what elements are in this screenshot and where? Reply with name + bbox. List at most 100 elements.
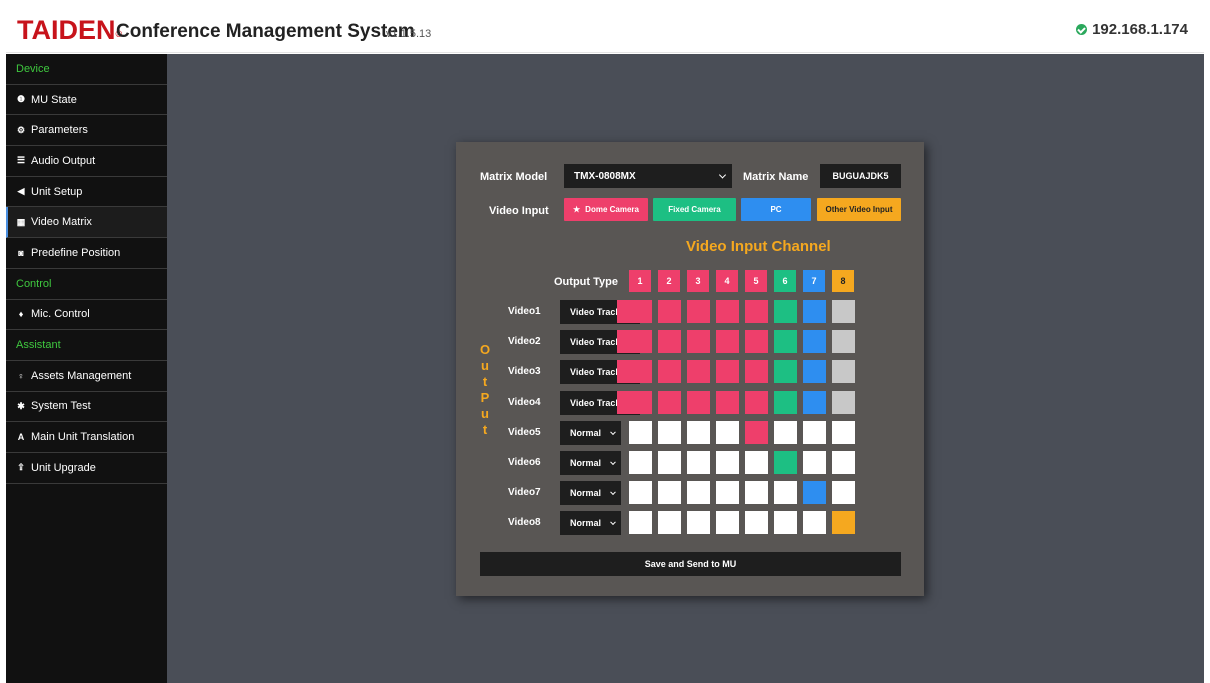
matrix-cell[interactable] <box>803 511 826 535</box>
output-type-select[interactable]: Normal <box>560 451 621 475</box>
matrix-cell[interactable] <box>832 451 855 474</box>
matrix-cell[interactable] <box>716 300 739 323</box>
sidebar-item[interactable]: ⚙ Parameters <box>6 115 167 147</box>
sidebar-item[interactable]: ✱ System Test <box>6 392 167 423</box>
output-type-select[interactable]: Normal <box>560 481 621 506</box>
matrix-cell[interactable] <box>803 420 826 444</box>
matrix-cell[interactable] <box>617 390 652 414</box>
video-input-type-button[interactable]: Other Video Input <box>817 198 901 221</box>
sidebar-item-label: Unit Setup <box>31 185 83 198</box>
sidebar-item[interactable]: ◙ Predefine Position <box>6 238 167 269</box>
output-row-label: Video5 <box>508 426 541 438</box>
matrix-cell[interactable] <box>658 511 681 535</box>
matrix-cell[interactable] <box>658 330 681 354</box>
matrix-cell[interactable] <box>716 360 739 384</box>
matrix-cell[interactable] <box>629 420 652 444</box>
matrix-cell[interactable] <box>832 300 855 323</box>
sidebar-item[interactable]: ♀ Assets Management <box>6 361 167 392</box>
matrix-cell[interactable] <box>658 420 681 444</box>
sidebar-item[interactable]: ⇪ Unit Upgrade <box>6 453 167 484</box>
matrix-cell[interactable] <box>832 511 855 535</box>
sidebar-item-label: Audio Output <box>31 154 96 167</box>
matrix-cell[interactable] <box>774 390 797 414</box>
matrix-cell[interactable] <box>745 390 768 414</box>
video-input-type-label: Fixed Camera <box>668 205 721 214</box>
video-input-type-button[interactable]: ★ Dome Camera <box>564 198 648 221</box>
matrix-cell[interactable] <box>716 420 739 444</box>
matrix-name-field[interactable]: BUGUAJDK5 <box>820 164 901 188</box>
app-version: v1.1.5.13 <box>386 28 432 40</box>
sidebar-item[interactable]: ▦ Video Matrix <box>6 207 167 239</box>
output-type-select[interactable]: Normal <box>560 511 621 536</box>
save-and-send-button[interactable]: Save and Send to MU <box>480 552 901 576</box>
matrix-cell[interactable] <box>687 511 710 535</box>
matrix-cell[interactable] <box>745 300 768 323</box>
matrix-cell[interactable] <box>617 330 652 354</box>
matrix-cell[interactable] <box>716 511 739 535</box>
channel-header: 5 <box>745 270 767 292</box>
matrix-cell[interactable] <box>687 330 710 354</box>
matrix-model-select[interactable]: TMX-0808MX <box>564 164 732 188</box>
matrix-cell[interactable] <box>774 360 797 384</box>
matrix-cell[interactable] <box>716 330 739 354</box>
matrix-cell[interactable] <box>658 360 681 384</box>
matrix-cell[interactable] <box>803 300 826 323</box>
matrix-cell[interactable] <box>617 300 652 323</box>
output-type-value: Normal <box>570 518 602 529</box>
matrix-cell[interactable] <box>629 511 652 535</box>
matrix-cell[interactable] <box>658 481 681 505</box>
output-type-select[interactable]: Normal <box>560 420 621 445</box>
matrix-cell[interactable] <box>687 300 710 323</box>
matrix-cell[interactable] <box>617 360 652 384</box>
matrix-cell[interactable] <box>803 330 826 354</box>
matrix-cell[interactable] <box>716 390 739 414</box>
sidebar-item[interactable]: ☰ Audio Output <box>6 146 167 177</box>
matrix-cell[interactable] <box>629 451 652 474</box>
matrix-cell[interactable] <box>716 481 739 505</box>
sidebar-item[interactable]: ❶ MU State <box>6 85 167 116</box>
sidebar-item-label: Assets Management <box>31 369 132 382</box>
matrix-cell[interactable] <box>687 390 710 414</box>
sidebar-item[interactable]: ♦ Mic. Control <box>6 300 167 331</box>
matrix-cell[interactable] <box>687 451 710 474</box>
output-row-label: Video4 <box>508 396 541 408</box>
matrix-cell[interactable] <box>745 511 768 535</box>
video-input-type-button[interactable]: Fixed Camera <box>653 198 736 221</box>
matrix-cell[interactable] <box>658 451 681 474</box>
matrix-cell[interactable] <box>658 390 681 414</box>
matrix-cell[interactable] <box>745 481 768 505</box>
matrix-cell[interactable] <box>687 420 710 444</box>
matrix-cell[interactable] <box>745 420 768 444</box>
channel-header: 6 <box>774 270 796 292</box>
matrix-cell[interactable] <box>832 420 855 444</box>
matrix-cell[interactable] <box>716 451 739 474</box>
brand-text: TAIDEN <box>17 15 116 45</box>
matrix-cell[interactable] <box>687 481 710 505</box>
matrix-cell[interactable] <box>774 300 797 323</box>
matrix-cell[interactable] <box>832 360 855 384</box>
matrix-cell[interactable] <box>745 360 768 384</box>
video-input-type-button[interactable]: PC <box>741 198 811 221</box>
matrix-cell[interactable] <box>774 451 797 474</box>
sidebar-item[interactable]: A Main Unit Translation <box>6 422 167 453</box>
matrix-cell[interactable] <box>832 330 855 354</box>
matrix-cell[interactable] <box>774 330 797 354</box>
matrix-cell[interactable] <box>774 511 797 535</box>
matrix-cell[interactable] <box>687 360 710 384</box>
sidebar-item[interactable]: ◀ Unit Setup <box>6 177 167 208</box>
matrix-cell[interactable] <box>803 451 826 474</box>
matrix-cell[interactable] <box>774 420 797 444</box>
sidebar-item-label: Assistant <box>16 339 61 352</box>
matrix-cell[interactable] <box>629 481 652 505</box>
matrix-cell[interactable] <box>832 390 855 414</box>
matrix-cell[interactable] <box>774 481 797 505</box>
matrix-cell[interactable] <box>832 481 855 505</box>
matrix-cell[interactable] <box>745 451 768 474</box>
matrix-cell[interactable] <box>658 300 681 323</box>
matrix-cell[interactable] <box>803 360 826 384</box>
matrix-cell[interactable] <box>745 330 768 354</box>
matrix-cell[interactable] <box>803 390 826 414</box>
output-letter: t <box>482 374 488 389</box>
matrix-cell[interactable] <box>803 481 826 505</box>
app-title: Conference Management System <box>116 21 415 42</box>
